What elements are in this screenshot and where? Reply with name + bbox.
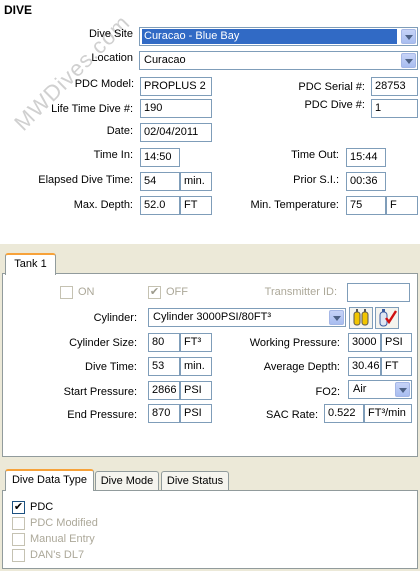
manual-entry-label: Manual Entry — [30, 533, 95, 545]
chevron-down-icon[interactable] — [401, 29, 416, 44]
tank-pair-icon[interactable] — [349, 307, 373, 329]
start-pressure-label: Start Pressure: — [63, 386, 137, 398]
tab-dive-status[interactable]: Dive Status — [161, 471, 229, 491]
section-title: DIVE — [4, 3, 33, 17]
pdc-model-field[interactable]: PROPLUS 2 — [140, 77, 212, 96]
time-out-field[interactable]: 15:44 — [346, 148, 386, 167]
off-checkbox[interactable]: ✔ — [148, 286, 161, 299]
sac-unit: FT³/min — [364, 404, 412, 423]
pdc-dive-label: PDC Dive #: — [304, 99, 365, 111]
time-out-label: Time Out: — [291, 149, 339, 161]
dive-time-label: Dive Time: — [85, 361, 137, 373]
elapsed-label: Elapsed Dive Time: — [38, 174, 133, 186]
dive-site-value: Curacao - Blue Bay — [142, 29, 397, 44]
start-pressure-field[interactable]: 2866 — [148, 381, 180, 400]
location-select[interactable]: Curacao — [139, 51, 418, 70]
max-depth-label: Max. Depth: — [73, 199, 133, 211]
avg-depth-field[interactable]: 30.46 — [348, 357, 381, 376]
max-depth-unit: FT — [180, 196, 212, 215]
dive-site-select[interactable]: Curacao - Blue Bay — [139, 27, 418, 46]
end-pressure-field[interactable]: 870 — [148, 404, 180, 423]
end-pressure-unit: PSI — [180, 404, 212, 423]
date-label: Date: — [106, 125, 133, 137]
location-value: Curacao — [144, 54, 186, 66]
on-checkbox[interactable] — [60, 286, 73, 299]
cylinder-size-field[interactable]: 80 — [148, 333, 180, 352]
transmitter-label: Transmitter ID: — [264, 286, 337, 298]
pdc-label: PDC — [30, 501, 54, 513]
tank-panel: ON ✔ OFF Transmitter ID: Cylinder: Cylin… — [2, 273, 418, 457]
manual-entry-checkbox[interactable] — [12, 533, 25, 546]
prior-si-label: Prior S.I.: — [293, 174, 339, 186]
fo2-select[interactable]: Air — [348, 380, 412, 399]
elapsed-unit: min. — [180, 172, 212, 191]
pdc-serial-label: PDC Serial #: — [298, 81, 365, 93]
start-pressure-unit: PSI — [180, 381, 212, 400]
tank-check-icon[interactable] — [375, 307, 399, 329]
lifetime-dive-field[interactable]: 190 — [140, 99, 212, 118]
elapsed-field[interactable]: 54 — [140, 172, 180, 191]
chevron-down-icon[interactable] — [395, 382, 410, 397]
dive-time-field[interactable]: 53 — [148, 357, 180, 376]
pdc-modified-checkbox[interactable] — [12, 517, 25, 530]
location-label: Location — [91, 52, 133, 64]
dans-dl7-checkbox[interactable] — [12, 549, 25, 562]
time-in-label: Time In: — [93, 149, 133, 161]
date-field[interactable]: 02/04/2011 — [140, 123, 212, 142]
avg-depth-label: Average Depth: — [263, 361, 340, 373]
sac-field[interactable]: 0.522 — [324, 404, 364, 423]
pdc-checkbox[interactable]: ✔ — [12, 501, 25, 514]
working-pressure-unit: PSI — [381, 333, 412, 352]
tab-dive-data-type[interactable]: Dive Data Type — [5, 469, 94, 491]
chevron-down-icon[interactable] — [329, 310, 344, 325]
end-pressure-label: End Pressure: — [67, 409, 137, 421]
lifetime-dive-label: Life Time Dive #: — [51, 103, 133, 115]
min-temp-label: Min. Temperature: — [250, 199, 339, 211]
on-label: ON — [78, 286, 95, 298]
dive-time-unit: min. — [180, 357, 212, 376]
tab-dive-mode[interactable]: Dive Mode — [95, 471, 159, 491]
transmitter-field[interactable] — [347, 283, 410, 302]
cylinder-label: Cylinder: — [93, 312, 137, 324]
cylinder-value: Cylinder 3000PSI/80FT³ — [153, 311, 271, 323]
dive-site-label: Dive Site — [88, 28, 133, 40]
fo2-value: Air — [353, 383, 367, 395]
off-label: OFF — [166, 286, 188, 298]
dans-dl7-label: DAN's DL7 — [30, 549, 85, 561]
working-pressure-field[interactable]: 3000 — [348, 333, 381, 352]
sac-label: SAC Rate: — [266, 409, 318, 421]
pdc-dive-field[interactable]: 1 — [371, 99, 418, 118]
pdc-serial-field[interactable]: 28753 — [371, 77, 418, 96]
cylinder-size-label: Cylinder Size: — [69, 337, 137, 349]
working-pressure-label: Working Pressure: — [249, 337, 340, 349]
cylinder-size-unit: FT³ — [180, 333, 212, 352]
prior-si-field[interactable]: 00:36 — [346, 172, 386, 191]
pdc-modified-label: PDC Modified — [30, 517, 98, 529]
avg-depth-unit: FT — [381, 357, 412, 376]
min-temp-field[interactable]: 75 — [346, 196, 386, 215]
chevron-down-icon[interactable] — [401, 53, 416, 68]
fo2-label: FO2: — [315, 386, 340, 398]
pdc-model-label: PDC Model: — [74, 78, 134, 90]
cylinder-select[interactable]: Cylinder 3000PSI/80FT³ — [148, 308, 346, 327]
min-temp-unit: F — [386, 196, 418, 215]
time-in-field[interactable]: 14:50 — [140, 148, 180, 167]
max-depth-field[interactable]: 52.0 — [140, 196, 180, 215]
tab-tank-1[interactable]: Tank 1 — [5, 253, 56, 275]
dive-panel: DIVE MWDives.com Dive Site Curacao - Blu… — [0, 0, 420, 244]
dive-data-type-panel: ✔ PDC PDC Modified Manual Entry DAN's DL… — [2, 490, 418, 569]
